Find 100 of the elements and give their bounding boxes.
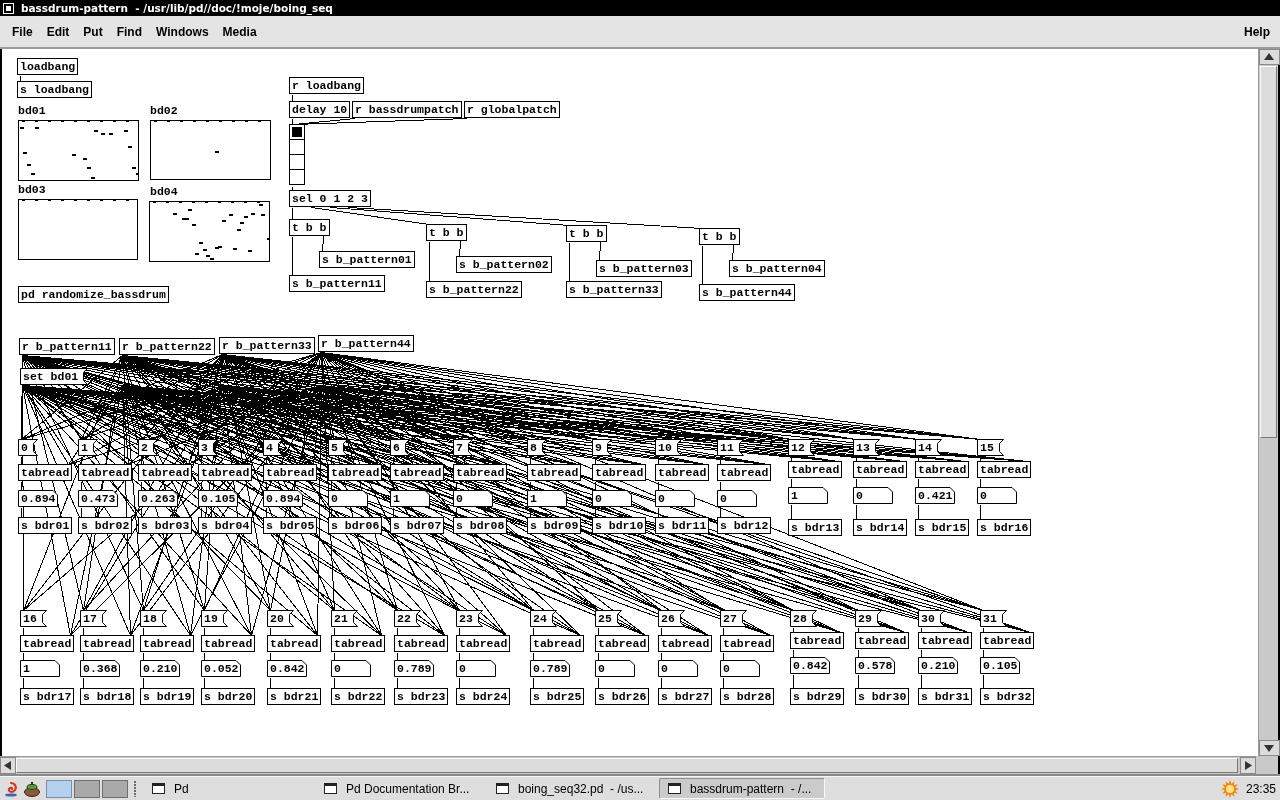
object-box: tabread: [855, 632, 910, 649]
vertical-scrollbar[interactable]: [1258, 49, 1280, 756]
menu-item[interactable]: Media: [215, 21, 264, 42]
message-box[interactable]: 31: [980, 610, 1007, 627]
message-box[interactable]: 28: [790, 610, 817, 627]
menu-item[interactable]: Edit: [39, 21, 77, 42]
message-box[interactable]: 22: [394, 610, 421, 627]
number-box[interactable]: 1: [390, 490, 430, 507]
number-box[interactable]: 0: [331, 660, 371, 677]
number-box[interactable]: 1: [20, 660, 60, 677]
object-box: s bdr19: [140, 688, 195, 705]
menu-item[interactable]: File: [5, 21, 40, 42]
number-box[interactable]: 0.842: [267, 660, 307, 677]
radio-cell[interactable]: [289, 169, 305, 185]
message-box[interactable]: 16: [20, 610, 47, 627]
message-box[interactable]: 20: [267, 610, 294, 627]
number-box[interactable]: 0.578: [855, 657, 895, 674]
number-box[interactable]: 0.894: [263, 490, 303, 507]
number-box[interactable]: 0: [456, 660, 496, 677]
message-box[interactable]: 10: [655, 439, 682, 456]
object-box: r b_pattern33: [219, 337, 315, 354]
message-box[interactable]: 30: [918, 610, 945, 627]
number-box[interactable]: 0.421: [915, 487, 955, 504]
array-graph[interactable]: [150, 120, 271, 180]
number-box[interactable]: 0: [717, 490, 757, 507]
number-box[interactable]: 0.789: [530, 660, 570, 677]
grip-icon[interactable]: [134, 780, 137, 797]
number-box[interactable]: 0.842: [790, 657, 830, 674]
scroll-thumb[interactable]: [16, 758, 1238, 773]
message-box[interactable]: 13: [853, 439, 880, 456]
number-box[interactable]: 0: [853, 487, 893, 504]
message-box[interactable]: 15: [977, 439, 1004, 456]
radio-cell[interactable]: [289, 154, 305, 170]
scroll-thumb[interactable]: [1260, 66, 1277, 438]
message-box[interactable]: 14: [915, 439, 942, 456]
menu-item[interactable]: Find: [109, 21, 149, 42]
number-box[interactable]: 0: [655, 490, 695, 507]
message-box[interactable]: 2: [138, 439, 158, 456]
object-box: pd randomize_bassdrum: [18, 286, 169, 303]
object-box: s bdr29: [790, 688, 845, 705]
number-box[interactable]: 0.052: [201, 660, 241, 677]
array-graph[interactable]: [149, 201, 270, 262]
workspace-button[interactable]: [74, 779, 100, 798]
number-box[interactable]: 0.210: [140, 660, 180, 677]
number-box[interactable]: 0: [592, 490, 632, 507]
number-box[interactable]: 0.105: [980, 657, 1020, 674]
window-menu-icon[interactable]: [3, 2, 14, 14]
radio-cell[interactable]: [289, 139, 305, 155]
pot-icon[interactable]: [23, 780, 41, 797]
message-box[interactable]: 12: [788, 439, 815, 456]
horizontal-scrollbar[interactable]: [0, 756, 1256, 774]
object-box: tabread: [595, 635, 650, 652]
number-box[interactable]: 0.368: [80, 660, 120, 677]
message-box[interactable]: 0: [18, 439, 38, 456]
message-box[interactable]: 27: [720, 610, 747, 627]
number-box[interactable]: 1: [527, 490, 567, 507]
message-box[interactable]: 18: [140, 610, 167, 627]
number-box[interactable]: 0.263: [138, 490, 178, 507]
workspace-button[interactable]: [102, 779, 128, 798]
message-box[interactable]: 21: [331, 610, 358, 627]
number-box[interactable]: 0.210: [918, 657, 958, 674]
swirl-icon[interactable]: [3, 780, 19, 797]
menu-item[interactable]: Help: [1237, 21, 1277, 42]
object-box: s bdr09: [527, 517, 582, 534]
number-box[interactable]: 0.105: [198, 490, 238, 507]
message-box[interactable]: 19: [201, 610, 228, 627]
number-box[interactable]: 0.894: [18, 490, 58, 507]
array-graph[interactable]: [18, 120, 139, 181]
object-box: tabread: [655, 464, 710, 481]
message-box[interactable]: 5: [328, 439, 348, 456]
menu-item[interactable]: Put: [76, 21, 110, 42]
message-box[interactable]: 1: [78, 439, 98, 456]
message-box[interactable]: set bd01: [20, 368, 89, 385]
menu-item[interactable]: Windows: [149, 21, 216, 42]
radio-cell[interactable]: [289, 124, 305, 140]
message-box[interactable]: 25: [595, 610, 622, 627]
object-box: r b_pattern44: [318, 335, 414, 352]
number-box[interactable]: 1: [788, 487, 828, 504]
message-box[interactable]: 26: [658, 610, 685, 627]
message-box[interactable]: 7: [453, 439, 473, 456]
message-box[interactable]: 29: [855, 610, 882, 627]
object-box: tabread: [331, 635, 386, 652]
number-box[interactable]: 0: [595, 660, 635, 677]
number-box[interactable]: 0: [658, 660, 698, 677]
number-box[interactable]: 0: [453, 490, 493, 507]
number-box[interactable]: 0: [977, 487, 1017, 504]
task-button[interactable]: bassdrum-pattern - /...: [659, 778, 825, 799]
number-box[interactable]: 0: [720, 660, 760, 677]
message-box[interactable]: 6: [390, 439, 410, 456]
window-icon: [668, 783, 681, 794]
number-box[interactable]: 0.789: [394, 660, 434, 677]
array-graph[interactable]: [18, 199, 138, 260]
message-box[interactable]: 11: [717, 439, 744, 456]
message-box[interactable]: 17: [80, 610, 107, 627]
number-box[interactable]: 0.473: [78, 490, 118, 507]
message-box[interactable]: 23: [456, 610, 483, 627]
number-box[interactable]: 0: [328, 490, 368, 507]
message-box[interactable]: 24: [530, 610, 557, 627]
object-box: tabread: [527, 464, 582, 481]
object-box: s bdr18: [80, 688, 135, 705]
